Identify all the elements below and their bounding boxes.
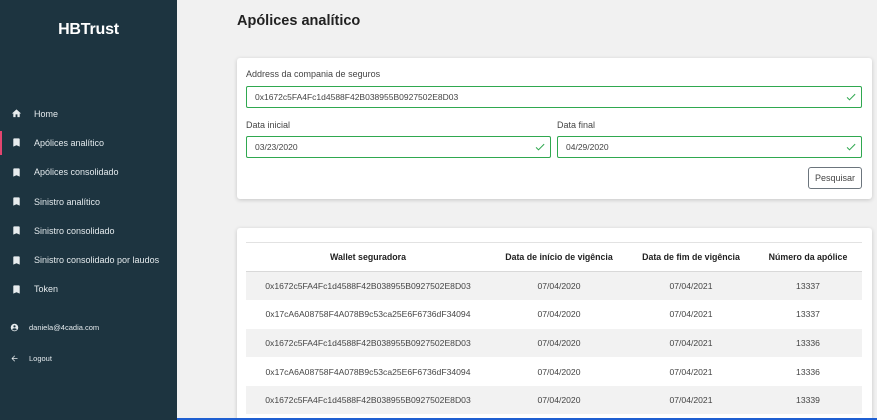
sidebar-item-sinistro-consolidado-laudos[interactable]: Sinistro consolidado por laudos (0, 245, 177, 274)
end-date-input[interactable]: 04/29/2020 (557, 136, 862, 158)
sidebar-item-label: Sinistro analítico (34, 196, 101, 207)
address-input[interactable]: 0x1672c5FA4Fc1d4588F42B038955B0927502E8D… (246, 86, 862, 108)
sidebar-item-sinistro-analitico[interactable]: Sinistro analítico (0, 187, 177, 216)
page-title: Apólices analítico (237, 13, 361, 29)
sidebar: HBTrust Home Apólices analítico Apólices… (0, 0, 177, 420)
app-logo[interactable]: HBTrust (0, 21, 177, 39)
logout-button[interactable]: Logout (0, 349, 177, 367)
sidebar-item-label: Home (34, 108, 59, 119)
end-date-value: 04/29/2020 (566, 142, 609, 152)
check-icon (845, 141, 857, 153)
table-row[interactable]: 0x1672c5FA4Fc1d4588F42B038955B0927502E8D… (246, 328, 862, 358)
policies-table-card: Wallet seguradora Data de início de vigê… (237, 228, 872, 420)
user-icon (9, 322, 19, 332)
user-account: daniela@4cadia.com (0, 318, 177, 336)
table-header-row: Wallet seguradora Data de início de vigê… (246, 242, 862, 272)
sidebar-item-apolices-consolidado[interactable]: Apólices consolidado (0, 158, 177, 187)
bookmark-icon (10, 166, 22, 178)
column-header-wallet[interactable]: Wallet seguradora (246, 242, 490, 272)
bookmark-icon (10, 225, 22, 237)
table-row[interactable]: 0x17cA6A08758F4A078B9c53ca25E6F6736dF340… (246, 357, 862, 386)
search-form-card: Address da compania de seguros 0x1672c5F… (237, 58, 872, 199)
policies-table: Wallet seguradora Data de início de vigê… (246, 242, 862, 415)
bookmark-icon (10, 137, 22, 149)
sidebar-item-label: Token (34, 284, 59, 295)
cell-policy-number: 13337 (754, 271, 862, 301)
sidebar-nav: Home Apólices analítico Apólices consoli… (0, 99, 177, 304)
start-date-input[interactable]: 03/23/2020 (246, 136, 551, 158)
cell-start-date: 07/04/2020 (537, 309, 581, 320)
sidebar-item-home[interactable]: Home (0, 99, 177, 128)
column-header-policy-number[interactable]: Número da apólice (754, 242, 862, 272)
cell-wallet: 0x1672c5FA4Fc1d4588F42B038955B0927502E8D… (246, 385, 490, 415)
cell-end-date: 07/04/2021 (669, 366, 713, 377)
start-date-value: 03/23/2020 (255, 142, 298, 152)
cell-start-date: 07/04/2020 (490, 328, 628, 358)
sidebar-item-label: Sinistro consolidado (34, 225, 115, 236)
cell-start-date: 07/04/2020 (490, 385, 628, 415)
search-button[interactable]: Pesquisar (808, 167, 862, 189)
cell-end-date: 07/04/2021 (628, 271, 754, 301)
sidebar-item-token[interactable]: Token (0, 275, 177, 304)
bookmark-icon (10, 254, 22, 266)
address-value: 0x1672c5FA4Fc1d4588F42B038955B0927502E8D… (255, 92, 459, 102)
cell-wallet: 0x17cA6A08758F4A078B9c53ca25E6F6736dF340… (265, 309, 471, 320)
sidebar-item-label: Apólices analítico (34, 137, 105, 148)
cell-policy-number: 13336 (796, 366, 820, 377)
check-icon (534, 141, 546, 153)
cell-wallet: 0x1672c5FA4Fc1d4588F42B038955B0927502E8D… (246, 328, 490, 358)
user-email: daniela@4cadia.com (29, 322, 100, 332)
table-row[interactable]: 0x1672c5FA4Fc1d4588F42B038955B0927502E8D… (246, 271, 862, 301)
column-header-end-date[interactable]: Data de fim de vigência (628, 242, 754, 272)
address-label: Address da compania de seguros (246, 69, 381, 79)
start-date-label: Data inicial (246, 120, 291, 130)
logout-label: Logout (29, 353, 52, 363)
bookmark-icon (10, 196, 22, 208)
bookmark-icon (10, 283, 22, 295)
cell-end-date: 07/04/2021 (628, 385, 754, 415)
cell-start-date: 07/04/2020 (490, 271, 628, 301)
cell-policy-number: 13337 (796, 309, 820, 320)
sidebar-item-label: Apólices consolidado (34, 167, 119, 178)
table-row[interactable]: 0x1672c5FA4Fc1d4588F42B038955B0927502E8D… (246, 385, 862, 415)
column-header-start-date[interactable]: Data de início de vigência (490, 242, 628, 272)
home-icon (10, 108, 22, 120)
end-date-label: Data final (557, 120, 596, 130)
cell-wallet: 0x17cA6A08758F4A078B9c53ca25E6F6736dF340… (265, 366, 471, 377)
cell-policy-number: 13339 (754, 385, 862, 415)
cell-policy-number: 13336 (754, 328, 862, 358)
cell-start-date: 07/04/2020 (537, 366, 581, 377)
cell-wallet: 0x1672c5FA4Fc1d4588F42B038955B0927502E8D… (246, 271, 490, 301)
arrow-left-icon (9, 353, 19, 363)
sidebar-item-apolices-analitico[interactable]: Apólices analítico (0, 128, 177, 157)
cell-end-date: 07/04/2021 (628, 328, 754, 358)
check-icon (845, 91, 857, 103)
sidebar-item-sinistro-consolidado[interactable]: Sinistro consolidado (0, 216, 177, 245)
cell-end-date: 07/04/2021 (669, 309, 713, 320)
sidebar-item-label: Sinistro consolidado por laudos (34, 255, 160, 266)
table-row[interactable]: 0x17cA6A08758F4A078B9c53ca25E6F6736dF340… (246, 300, 862, 329)
